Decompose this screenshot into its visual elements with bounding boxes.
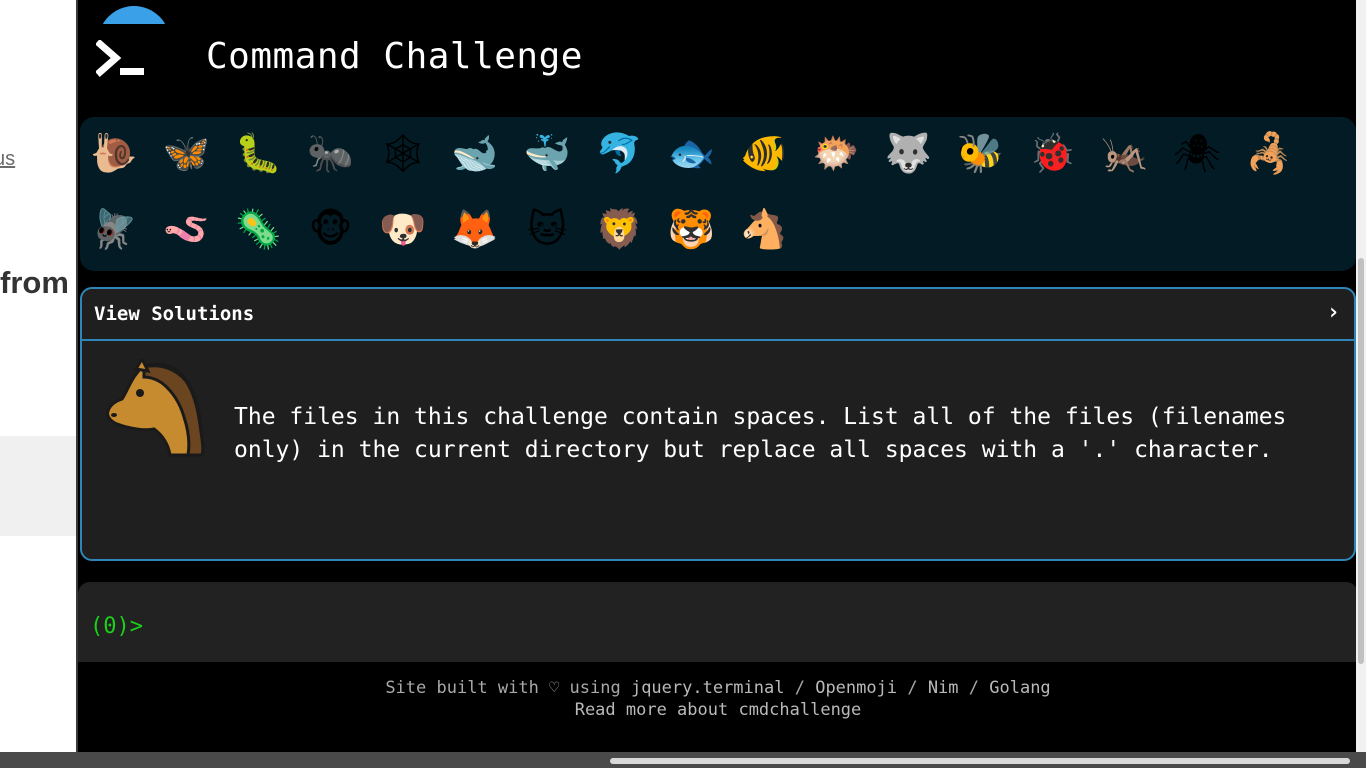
footer-separator: / xyxy=(897,678,928,698)
footer-credits: Site built with ♡ using jquery.terminal … xyxy=(78,678,1358,698)
challenge-lion-icon[interactable]: 🦁 xyxy=(593,203,645,255)
challenge-ant-icon[interactable]: 🐜 xyxy=(305,127,357,179)
challenge-worm-icon[interactable]: 🪱 xyxy=(160,203,212,255)
footer-link-nim[interactable]: Nim xyxy=(928,678,959,698)
view-solutions-toggle[interactable]: View Solutions › xyxy=(82,289,1354,341)
challenge-ladybug-icon[interactable]: 🐞 xyxy=(1027,127,1079,179)
footer: Site built with ♡ using jquery.terminal … xyxy=(78,662,1358,752)
challenge-fish-icon[interactable]: 🐟 xyxy=(666,127,718,179)
challenge-caterpillar-icon[interactable]: 🐛 xyxy=(232,127,284,179)
read-more-link[interactable]: Read more about cmdchallenge xyxy=(78,700,1358,720)
challenge-snail-icon[interactable]: 🐌 xyxy=(88,127,140,179)
challenge-microbe-icon[interactable]: 🦠 xyxy=(232,203,284,255)
chevron-right-icon[interactable]: › xyxy=(1327,300,1340,325)
terminal-prompt-icon xyxy=(96,40,144,77)
horizontal-scrollbar-thumb[interactable] xyxy=(610,758,1350,764)
footer-link-jquery-terminal[interactable]: jquery.terminal xyxy=(631,678,785,698)
terminal-prompt[interactable]: (0)> xyxy=(90,614,143,639)
challenge-animal-grid: 🐌 🦋 🐛 🐜 🕸 🐋 🐳 🐬 🐟 🐠 🐡 🐺 🐝 🐞 🦗 🕷 🦂 🪰 🪱 🦠 🐵 🐶 🦊 🐱 🦁 🐯 🐴 xyxy=(80,117,1356,271)
challenge-tiger-icon[interactable]: 🐯 xyxy=(666,203,718,255)
challenge-spouting-whale-icon[interactable]: 🐳 xyxy=(521,127,573,179)
challenge-description: The files in this challenge contain spac… xyxy=(234,404,1287,463)
command-challenge-window: Command Challenge 🐌 🦋 🐛 🐜 🕸 🐋 🐳 🐬 🐟 🐠 🐡 🐺 🐝 🐞 🦗 🕷 🦂 🪰 🪱 🦠 🐵 🐶… xyxy=(76,0,1358,752)
solutions-panel: View Solutions › The files in this chall… xyxy=(80,287,1356,561)
vertical-scrollbar-thumb[interactable] xyxy=(1358,258,1364,664)
challenge-blowfish-icon[interactable]: 🐡 xyxy=(810,127,862,179)
prompt-close: )> xyxy=(116,614,144,639)
challenge-monkey-icon[interactable]: 🐵 xyxy=(305,203,357,255)
challenge-dolphin-icon[interactable]: 🐬 xyxy=(593,127,645,179)
challenge-fly-icon[interactable]: 🪰 xyxy=(88,203,140,255)
challenge-tropical-fish-icon[interactable]: 🐠 xyxy=(738,127,790,179)
challenge-spider-web-icon[interactable]: 🕸 xyxy=(377,127,429,179)
background-band xyxy=(0,436,78,536)
footer-separator: / xyxy=(784,678,816,698)
horse-icon xyxy=(106,359,205,457)
footer-link-golang[interactable]: Golang xyxy=(989,678,1050,698)
challenge-whale-icon[interactable]: 🐋 xyxy=(449,127,501,179)
challenge-cat-icon[interactable]: 🐱 xyxy=(521,203,573,255)
challenge-wolf-icon[interactable]: 🐺 xyxy=(882,127,934,179)
challenge-cricket-icon[interactable]: 🦗 xyxy=(1099,127,1151,179)
terminal-input-area[interactable]: (0)> xyxy=(78,582,1358,662)
footer-link-openmoji[interactable]: Openmoji xyxy=(815,678,897,698)
footer-prefix: Site built with ♡ using xyxy=(385,678,631,698)
app-title: Command Challenge xyxy=(206,36,583,77)
challenge-bee-icon[interactable]: 🐝 xyxy=(954,127,1006,179)
prompt-counter: 0 xyxy=(103,614,117,639)
challenge-spider-icon[interactable]: 🕷 xyxy=(1171,127,1223,179)
view-solutions-label: View Solutions xyxy=(94,303,255,325)
footer-separator: / xyxy=(958,678,990,698)
background-link[interactable]: us xyxy=(0,148,15,171)
challenge-butterfly-icon[interactable]: 🦋 xyxy=(160,127,212,179)
background-heading: from xyxy=(0,265,69,300)
challenge-horse-icon[interactable]: 🐴 xyxy=(738,203,790,255)
prompt-open: ( xyxy=(90,614,104,639)
background-page: us from xyxy=(0,0,78,768)
challenge-fox-icon[interactable]: 🦊 xyxy=(449,203,501,255)
challenge-dog-icon[interactable]: 🐶 xyxy=(377,203,429,255)
challenge-scorpion-icon[interactable]: 🦂 xyxy=(1243,127,1295,179)
